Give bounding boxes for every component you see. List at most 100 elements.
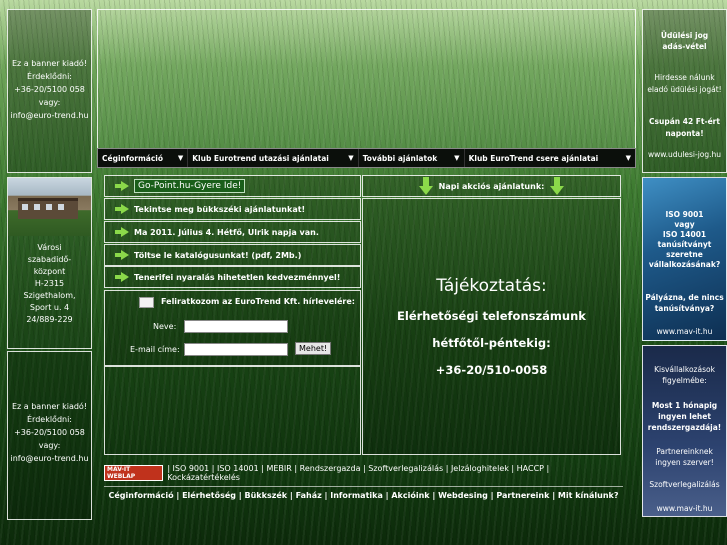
kis-extra: ingyen szerver!	[655, 458, 714, 467]
info-panel: Tájékoztatás: Elérhetőségi telefonszámun…	[362, 198, 621, 455]
nav-item-ceginformacio[interactable]: Céginformáció ▼	[98, 149, 189, 167]
arrow-right-icon	[115, 272, 129, 282]
banner-line: Hirdesse nálunk	[654, 73, 715, 82]
news-item[interactable]: Tenerifei nyaralás hihetetlen kedvezménn…	[104, 266, 361, 288]
envelope-icon	[139, 297, 154, 308]
news-link[interactable]: Töltse le katalógusunkat! (pdf, 2Mb.)	[134, 251, 301, 260]
city-line: szabadidő-	[27, 255, 72, 264]
arrow-down-icon	[550, 177, 565, 195]
city-line: központ	[33, 267, 66, 276]
arrow-right-icon	[115, 204, 129, 214]
nav-label: Céginformáció	[102, 153, 164, 163]
left-banner-bottom[interactable]: Ez a banner kiadó! Érdeklődni: +36-20/51…	[7, 351, 92, 520]
news-link[interactable]: Tekintse meg bükkszéki ajánlatunkat!	[134, 205, 305, 214]
iso-question: tanúsítványa?	[654, 304, 715, 313]
arrow-right-icon	[115, 227, 129, 237]
info-phone: +36-20/510-0058	[435, 363, 548, 377]
building-photo	[8, 178, 91, 236]
gopoint-link[interactable]: Go-Point.hu-Gyere Ide!	[134, 179, 246, 193]
chevron-down-icon: ▼	[177, 154, 184, 162]
banner-line: vagy:	[38, 441, 61, 450]
left-city-panel[interactable]: Városi szabadidő- központ H-2315 Szigeth…	[7, 177, 92, 349]
kis-line: figyelmébe:	[662, 376, 707, 385]
banner-line: naponta!	[665, 129, 704, 138]
footer-links[interactable]: | ISO 9001 | ISO 14001 | MEBIR | Rendsze…	[167, 464, 623, 482]
nav-item-csere[interactable]: Klub EuroTrend csere ajánlatai ▼	[465, 149, 635, 167]
nav-label: További ajánlatok	[362, 153, 438, 163]
iso-question: Pályázna, de nincs	[645, 293, 724, 302]
arrow-right-icon	[115, 250, 129, 260]
name-field[interactable]	[184, 320, 288, 333]
iso-line: tanúsítványt	[657, 240, 712, 249]
banner-line: vagy:	[38, 98, 61, 107]
name-label: Neve:	[153, 322, 177, 331]
news-item[interactable]: Töltse le katalógusunkat! (pdf, 2Mb.)	[104, 244, 361, 266]
daily-offers-header[interactable]: Napi akciós ajánlatunk:	[362, 175, 621, 197]
subscribe-button[interactable]: Mehet!	[295, 342, 332, 355]
chevron-down-icon: ▼	[625, 154, 631, 162]
banner-line: info@euro-trend.hu	[10, 111, 89, 120]
nav-label: Klub Eurotrend utazási ajánlatai	[192, 153, 329, 163]
city-line: H-2315	[34, 279, 65, 288]
kis-bold: ingyen lehet	[658, 412, 711, 421]
banner-line: Érdeklődni:	[26, 415, 73, 424]
banner-title: Üdülési jog	[660, 31, 709, 40]
iso-line: szeretne	[666, 250, 703, 259]
iso-line: vagy	[674, 220, 695, 229]
footer-links-top: MAV-IT WEBLAP | ISO 9001 | ISO 14001 | M…	[104, 464, 623, 482]
arrow-down-icon	[418, 177, 433, 195]
newsletter-title: Feliratkozom az EuroTrend Kft. hírlevelé…	[161, 297, 355, 306]
right-banner-kisvallalkozas[interactable]: Kisvállalkozások figyelmébe: Most 1 hóna…	[642, 345, 727, 517]
right-banner-iso[interactable]: ISO 9001 vagy ISO 14001 tanúsítványt sze…	[642, 177, 727, 341]
banner-line: Ez a banner kiadó!	[11, 59, 88, 68]
news-text: Ma 2011. Július 4. Hétfő, Ulrik napja va…	[134, 227, 319, 237]
news-item[interactable]: Go-Point.hu-Gyere Ide!	[104, 175, 361, 197]
iso-line: ISO 14001	[662, 230, 707, 239]
news-item[interactable]: Ma 2011. Július 4. Hétfő, Ulrik napja va…	[104, 221, 361, 243]
daily-offers-title: Napi akciós ajánlatunk:	[438, 181, 545, 191]
nav-item-utazasi[interactable]: Klub Eurotrend utazási ajánlatai ▼	[188, 149, 359, 167]
header-banner	[97, 9, 636, 149]
city-line: Szigethalom,	[23, 291, 76, 300]
banner-line: info@euro-trend.hu	[10, 454, 89, 463]
news-item[interactable]: Tekintse meg bükkszéki ajánlatunkat!	[104, 198, 361, 220]
kis-service: Szoftverlegalizálás	[649, 480, 720, 489]
chevron-down-icon: ▼	[454, 154, 460, 162]
banner-title: adás-vétel	[662, 42, 707, 51]
nav-label: Klub EuroTrend csere ajánlatai	[468, 153, 599, 163]
left-banner-top[interactable]: Ez a banner kiadó! Érdeklődni: +36-20/51…	[7, 9, 92, 173]
info-line: hétfőtől-péntekig:	[432, 336, 551, 350]
email-label: E-mail címe:	[130, 345, 180, 354]
banner-line: +36-20/5100 058	[14, 85, 85, 94]
left-content-lower	[104, 366, 361, 455]
footer-nav[interactable]: Céginformáció | Elérhetőség | Bükkszék |…	[109, 491, 619, 500]
kis-bold: rendszergazdája!	[647, 423, 722, 432]
footer-links-bottom: Céginformáció | Elérhetőség | Bükkszék |…	[104, 486, 623, 503]
iso-line: vállalkozásának?	[648, 260, 721, 269]
iso-line: ISO 9001	[665, 210, 704, 219]
main-nav: Céginformáció ▼ Klub Eurotrend utazási aj…	[97, 148, 636, 168]
banner-url[interactable]: www.mav-it.hu	[643, 502, 726, 515]
kis-extra: Partnereinknek	[656, 447, 713, 456]
city-line: 24/889-229	[26, 315, 73, 324]
banner-line: eladó üdülési jogát!	[647, 85, 722, 94]
email-field[interactable]	[184, 343, 288, 356]
info-heading: Tájékoztatás:	[436, 276, 547, 296]
right-banner-udulesi[interactable]: Üdülési jog adás-vétel Hirdesse nálunk e…	[642, 9, 727, 173]
newsletter-box: Feliratkozom az EuroTrend Kft. hírlevelé…	[104, 290, 361, 366]
city-line: Városi	[37, 243, 62, 252]
banner-line: Ez a banner kiadó!	[11, 402, 88, 411]
info-line: Elérhetőségi telefonszámunk	[397, 309, 586, 323]
chevron-down-icon: ▼	[348, 154, 354, 162]
banner-url[interactable]: www.udulesi-jog.hu	[643, 148, 726, 161]
kis-line: Kisvállalkozások	[654, 365, 715, 374]
banner-line: Csupán 42 Ft-ért	[649, 117, 720, 126]
banner-line: Érdeklődni:	[26, 72, 73, 81]
kis-bold: Most 1 hónapig	[651, 401, 718, 410]
mavit-logo[interactable]: MAV-IT WEBLAP	[104, 465, 164, 481]
nav-item-tovabbi[interactable]: További ajánlatok ▼	[359, 149, 465, 167]
banner-url[interactable]: www.mav-it.hu	[643, 325, 726, 338]
news-link[interactable]: Tenerifei nyaralás hihetetlen kedvezménn…	[134, 273, 340, 282]
arrow-right-icon	[115, 181, 129, 191]
city-line: Sport u. 4	[29, 303, 70, 312]
